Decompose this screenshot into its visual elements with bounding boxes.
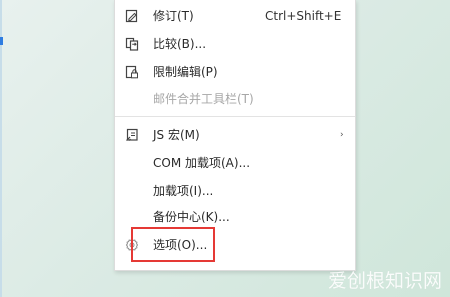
menu-item-label: 比较(B)...	[153, 37, 207, 51]
macro-icon	[125, 128, 139, 142]
menu-item-label: 限制编辑(P)	[153, 65, 218, 79]
edit-document-icon	[125, 9, 139, 23]
menu-item-compare[interactable]: 比较(B)...	[115, 33, 355, 55]
menu-item-restrict-editing[interactable]: 限制编辑(P)	[115, 61, 355, 83]
menu-item-label: 备份中心(K)...	[153, 210, 230, 224]
menu-item-addins[interactable]: 加载项(I)...	[115, 180, 355, 202]
background-left-accent	[0, 37, 3, 45]
compare-icon	[125, 37, 139, 51]
menu-item-backup-center[interactable]: 备份中心(K)...	[115, 206, 355, 228]
menu-item-label: 修订(T)	[153, 9, 194, 23]
menu-separator	[115, 116, 355, 117]
menu-item-shortcut: Ctrl+Shift+E	[265, 9, 342, 23]
submenu-arrow-icon: ›	[340, 130, 344, 140]
menu-item-label: 加载项(I)...	[153, 184, 214, 198]
watermark-text: 爱创根知识网	[328, 270, 443, 292]
gear-icon	[125, 238, 139, 252]
menu-item-label: JS 宏(M)	[153, 128, 200, 142]
menu-item-com-addins[interactable]: COM 加载项(A)...	[115, 152, 355, 174]
menu-item-revision[interactable]: 修订(T) Ctrl+Shift+E	[115, 5, 355, 27]
menu-item-label: COM 加载项(A)...	[153, 156, 251, 170]
menu-item-js-macro[interactable]: JS 宏(M) ›	[115, 124, 355, 146]
menu-item-label: 邮件合并工具栏(T)	[153, 92, 254, 106]
context-menu: 修订(T) Ctrl+Shift+E 比较(B)... 限制编辑(P) 邮件合并…	[114, 0, 356, 271]
menu-item-label: 选项(O)...	[153, 238, 208, 252]
lock-document-icon	[125, 65, 139, 79]
menu-item-options[interactable]: 选项(O)...	[115, 234, 355, 256]
menu-item-mail-merge-toolbar: 邮件合并工具栏(T)	[115, 88, 355, 110]
